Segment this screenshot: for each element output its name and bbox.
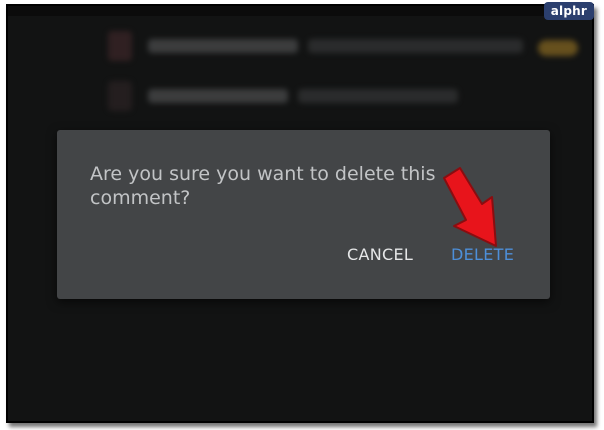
app-screen: Are you sure you want to delete this com… xyxy=(8,6,592,421)
blurred-emoji xyxy=(538,40,578,56)
background-comments-blurred xyxy=(8,6,592,126)
avatar xyxy=(108,81,132,111)
screenshot-frame: Are you sure you want to delete this com… xyxy=(6,4,594,423)
blurred-comment-author xyxy=(148,39,298,53)
blurred-comment-text xyxy=(308,39,523,53)
blurred-comment-text xyxy=(298,89,458,103)
blurred-comment-author xyxy=(148,89,288,103)
background-comment xyxy=(108,76,458,116)
red-arrow-icon xyxy=(443,167,497,247)
dialog-message: Are you sure you want to delete this com… xyxy=(90,163,436,209)
background-comment xyxy=(108,26,523,66)
alphr-logo: alphr xyxy=(543,2,594,20)
avatar xyxy=(108,31,132,61)
cancel-button[interactable]: CANCEL xyxy=(347,242,413,268)
